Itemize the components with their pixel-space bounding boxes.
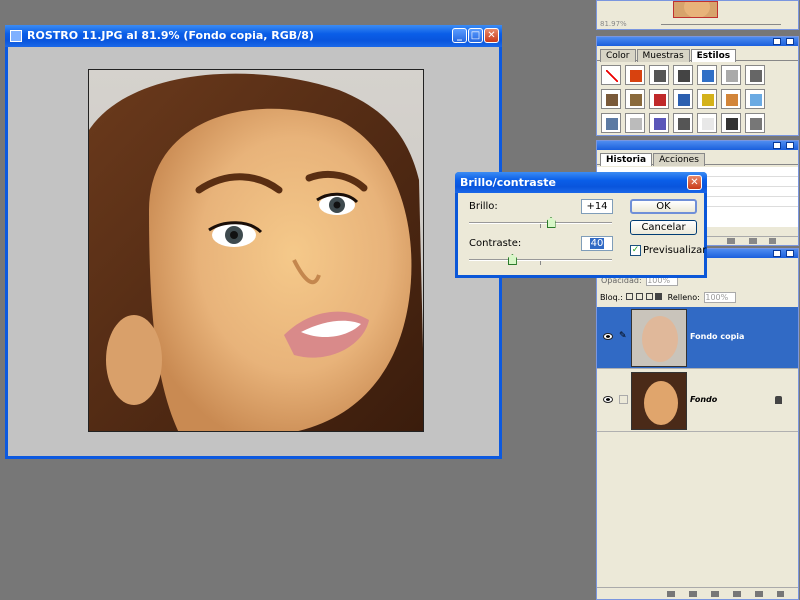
panel-close-icon[interactable] bbox=[786, 250, 794, 257]
preview-checkbox[interactable]: ✓ bbox=[630, 245, 641, 256]
visibility-eye-icon[interactable] bbox=[603, 333, 613, 340]
contrast-label: Contraste: bbox=[469, 238, 522, 249]
history-panel-header[interactable] bbox=[597, 141, 798, 150]
layer-name: Fondo bbox=[690, 395, 718, 404]
lock-all-icon[interactable] bbox=[655, 293, 663, 300]
style-swatch[interactable] bbox=[745, 89, 765, 109]
minimize-button[interactable]: _ bbox=[452, 28, 467, 43]
panel-close-icon[interactable] bbox=[786, 38, 794, 45]
tab-styles[interactable]: Estilos bbox=[690, 49, 737, 62]
styles-panel: Color Muestras Estilos bbox=[596, 36, 799, 136]
contrast-input[interactable]: 40 bbox=[581, 236, 613, 251]
mask-icon[interactable] bbox=[711, 591, 719, 597]
brightness-center-tick bbox=[540, 224, 541, 228]
adjustment-layer-icon[interactable] bbox=[733, 591, 741, 597]
portrait-photo[interactable] bbox=[88, 69, 424, 432]
dialog-title: Brillo/contraste bbox=[460, 176, 556, 189]
layers-footer bbox=[597, 587, 798, 599]
document-title: ROSTRO 11.JPG al 81.9% (Fondo copia, RGB… bbox=[27, 29, 314, 42]
brightness-input[interactable]: +14 bbox=[581, 199, 613, 214]
fill-field[interactable]: 100% bbox=[704, 292, 737, 303]
lock-transparency-icon[interactable] bbox=[626, 293, 634, 300]
portrait-illustration bbox=[89, 73, 423, 431]
style-swatch[interactable] bbox=[721, 113, 741, 133]
style-swatch[interactable] bbox=[745, 65, 765, 85]
layer-row-fondo-copia[interactable]: ✎ Fondo copia bbox=[597, 307, 798, 369]
contrast-slider-thumb[interactable] bbox=[507, 254, 517, 265]
history-tabs: Historia Acciones bbox=[597, 150, 798, 166]
dialog-body: Brillo: +14 Contraste: 40 OK Cancelar ✓ … bbox=[458, 193, 706, 275]
close-button[interactable]: ✕ bbox=[484, 28, 499, 43]
styles-panel-header[interactable] bbox=[597, 37, 798, 46]
dialog-titlebar[interactable]: Brillo/contraste ✕ bbox=[455, 172, 707, 193]
trash-icon[interactable] bbox=[777, 591, 784, 597]
style-swatch[interactable] bbox=[601, 89, 621, 109]
navigator-thumbnail[interactable] bbox=[673, 1, 718, 18]
ok-button[interactable]: OK bbox=[630, 199, 697, 214]
new-document-icon[interactable] bbox=[749, 238, 757, 244]
style-swatch[interactable] bbox=[649, 65, 669, 85]
layer-name: Fondo copia bbox=[690, 332, 745, 341]
style-swatch[interactable] bbox=[649, 89, 669, 109]
lock-icon bbox=[775, 396, 782, 404]
lock-label: Bloq.: bbox=[600, 293, 623, 302]
style-swatch[interactable] bbox=[625, 113, 645, 133]
navigator-zoom-slider[interactable] bbox=[661, 24, 781, 25]
styles-tabs: Color Muestras Estilos bbox=[597, 46, 798, 62]
style-swatch[interactable] bbox=[697, 89, 717, 109]
tab-actions[interactable]: Acciones bbox=[653, 153, 705, 166]
style-swatch[interactable] bbox=[673, 113, 693, 133]
layer-thumbnail bbox=[631, 309, 687, 367]
layers-panel: Opacidad: 100% Bloq.: Relleno: 100% ✎ Fo… bbox=[596, 248, 799, 600]
lock-row: Bloq.: Relleno: 100% bbox=[600, 292, 737, 303]
snapshot-icon[interactable] bbox=[727, 238, 735, 244]
style-swatch[interactable] bbox=[673, 89, 693, 109]
canvas-area[interactable] bbox=[8, 47, 499, 456]
style-swatch[interactable] bbox=[697, 65, 717, 85]
no-style-swatch[interactable] bbox=[601, 65, 621, 85]
brightness-contrast-dialog: Brillo/contraste ✕ Brillo: +14 Contraste… bbox=[455, 172, 707, 278]
style-swatch[interactable] bbox=[721, 65, 741, 85]
style-swatch[interactable] bbox=[745, 113, 765, 133]
preview-label[interactable]: Previsualizar bbox=[643, 245, 706, 256]
contrast-center-tick bbox=[540, 261, 541, 265]
document-window: ROSTRO 11.JPG al 81.9% (Fondo copia, RGB… bbox=[5, 25, 502, 459]
layer-style-icon[interactable] bbox=[689, 591, 697, 597]
document-titlebar[interactable]: ROSTRO 11.JPG al 81.9% (Fondo copia, RGB… bbox=[5, 25, 502, 47]
panel-minimize-icon[interactable] bbox=[773, 250, 781, 257]
style-swatch[interactable] bbox=[649, 113, 669, 133]
lock-move-icon[interactable] bbox=[645, 293, 653, 300]
style-swatch[interactable] bbox=[721, 89, 741, 109]
brush-icon: ✎ bbox=[619, 331, 627, 341]
link-box[interactable] bbox=[619, 395, 628, 404]
link-layers-icon[interactable] bbox=[667, 591, 675, 597]
cancel-button[interactable]: Cancelar bbox=[630, 220, 697, 235]
fill-label: Relleno: bbox=[667, 293, 700, 302]
tab-color[interactable]: Color bbox=[600, 49, 636, 62]
photoshop-doc-icon bbox=[10, 30, 22, 42]
trash-icon[interactable] bbox=[769, 238, 776, 244]
navigator-panel: 81.97% bbox=[596, 0, 799, 30]
brightness-label: Brillo: bbox=[469, 201, 498, 212]
layer-thumbnail bbox=[631, 372, 687, 430]
style-swatch[interactable] bbox=[601, 113, 621, 133]
navigator-zoom-readout[interactable]: 81.97% bbox=[600, 20, 627, 28]
maximize-button[interactable]: □ bbox=[468, 28, 483, 43]
tab-history[interactable]: Historia bbox=[600, 153, 653, 166]
style-swatch[interactable] bbox=[625, 89, 645, 109]
style-swatch[interactable] bbox=[697, 113, 717, 133]
panel-close-icon[interactable] bbox=[786, 142, 794, 149]
tab-swatches[interactable]: Muestras bbox=[636, 49, 690, 62]
lock-paint-icon[interactable] bbox=[636, 293, 644, 300]
visibility-eye-icon[interactable] bbox=[603, 396, 613, 403]
layer-row-fondo[interactable]: Fondo bbox=[597, 370, 798, 432]
style-swatch[interactable] bbox=[625, 65, 645, 85]
dialog-close-button[interactable]: ✕ bbox=[687, 175, 702, 190]
panel-minimize-icon[interactable] bbox=[773, 142, 781, 149]
panel-minimize-icon[interactable] bbox=[773, 38, 781, 45]
style-swatch[interactable] bbox=[673, 65, 693, 85]
new-layer-icon[interactable] bbox=[755, 591, 763, 597]
brightness-slider-thumb[interactable] bbox=[546, 217, 556, 228]
